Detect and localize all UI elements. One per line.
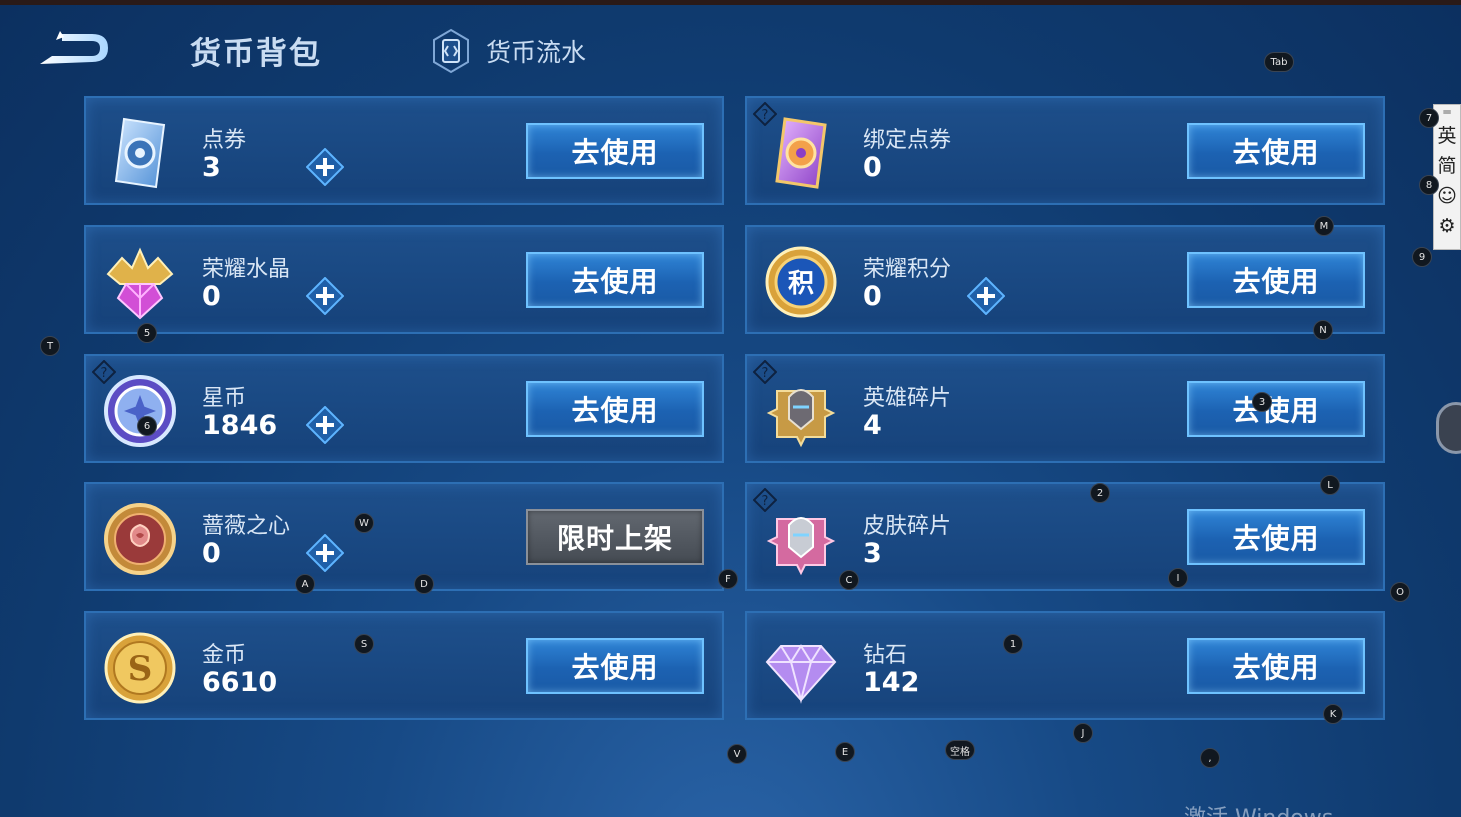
currency-card-gold-coin: S 金币 6610 去使用: [84, 611, 724, 720]
page-title: 货币背包: [190, 36, 322, 72]
currency-amount: 4: [863, 410, 882, 441]
windows-activation-watermark: 激活 Windows: [1184, 800, 1333, 817]
currency-amount: 1846: [202, 410, 278, 441]
key-hint: I: [1168, 568, 1188, 588]
currency-amount: 0: [863, 152, 882, 183]
key-hint: 3: [1252, 392, 1272, 412]
key-hint: ,: [1200, 748, 1220, 768]
add-glory-points-button[interactable]: [967, 277, 1005, 315]
key-hint: V: [727, 744, 747, 764]
use-button[interactable]: 去使用: [526, 252, 704, 308]
currency-name: 英雄碎片: [863, 386, 952, 411]
currency-name: 蔷薇之心: [202, 514, 291, 539]
use-button[interactable]: 去使用: [526, 638, 704, 694]
currency-card-star-coin: ? 星币 1846 去使用: [84, 354, 724, 463]
currency-card-glory-points: 积 荣耀积分 0 去使用: [745, 225, 1385, 334]
ime-language-toggle[interactable]: 英: [1433, 121, 1461, 151]
currency-name: 金币: [202, 643, 247, 668]
currency-amount: 142: [863, 667, 920, 698]
currency-flow-label: 货币流水: [486, 38, 587, 67]
add-rose-heart-button[interactable]: [306, 534, 344, 572]
currency-card-bound-coupon: ? 绑定点券 0 去使用: [745, 96, 1385, 205]
back-arrow-icon: [40, 31, 108, 64]
currency-name: 皮肤碎片: [863, 514, 952, 539]
currency-amount: 0: [202, 538, 221, 569]
currency-name: 荣耀积分: [863, 257, 952, 282]
key-hint: J: [1073, 723, 1093, 743]
settings-icon[interactable]: ⚙: [1433, 211, 1461, 241]
currency-name: 绑定点券: [863, 128, 952, 153]
bound-coupon-icon: [775, 117, 827, 189]
key-hint: 9: [1412, 247, 1432, 267]
key-hint: W: [354, 513, 374, 533]
add-glory-crystal-button[interactable]: [306, 277, 344, 315]
ime-toolbar: ═ 英 简 ☺ ⚙: [1433, 104, 1461, 250]
use-button[interactable]: 去使用: [1187, 252, 1365, 308]
currency-flow-tab[interactable]: 货币流水: [430, 28, 586, 74]
svg-text:S: S: [128, 649, 153, 689]
key-hint: 6: [137, 416, 157, 436]
back-button[interactable]: [34, 28, 112, 70]
key-hint: O: [1390, 582, 1410, 602]
currency-name: 荣耀水晶: [202, 257, 291, 282]
currency-card-diamond: 钻石 142 去使用: [745, 611, 1385, 720]
top-strip: [0, 0, 1461, 5]
use-button[interactable]: 去使用: [1187, 123, 1365, 179]
currency-card-rose-heart: 蔷薇之心 0 限时上架: [84, 482, 724, 591]
key-hint: 2: [1090, 483, 1110, 503]
currency-amount: 0: [202, 281, 221, 312]
key-hint: 1: [1003, 634, 1023, 654]
key-hint: N: [1313, 320, 1333, 340]
add-star-coin-button[interactable]: [306, 406, 344, 444]
key-hint: M: [1314, 216, 1334, 236]
svg-text:积: 积: [788, 269, 814, 299]
key-hint: C: [839, 570, 859, 590]
key-hint: 5: [137, 323, 157, 343]
skin-fragment-icon: [766, 517, 836, 576]
ime-script-toggle[interactable]: 简: [1433, 151, 1461, 181]
glory-points-icon: 积: [765, 246, 837, 318]
currency-card-hero-fragment: ? 英雄碎片 4 去使用: [745, 354, 1385, 463]
key-hint: A: [295, 574, 315, 594]
currency-amount: 3: [863, 538, 882, 569]
hero-fragment-icon: [766, 389, 836, 448]
key-hint: E: [835, 742, 855, 762]
use-button[interactable]: 去使用: [1187, 509, 1365, 565]
glory-crystal-icon: [106, 247, 174, 320]
currency-card-coupon: 点券 3 去使用: [84, 96, 724, 205]
currency-name: 钻石: [863, 643, 908, 668]
key-hint: S: [354, 634, 374, 654]
star-coin-icon: [104, 375, 176, 447]
key-hint: Tab: [1264, 52, 1294, 72]
side-panel-handle[interactable]: [1436, 402, 1461, 454]
diamond-icon: [765, 644, 837, 704]
key-hint: T: [40, 336, 60, 356]
use-button[interactable]: 去使用: [1187, 638, 1365, 694]
currency-amount: 3: [202, 152, 221, 183]
gold-coin-icon: S: [104, 632, 176, 704]
key-hint: K: [1323, 704, 1343, 724]
add-coupon-button[interactable]: [306, 148, 344, 186]
key-hint: 空格: [945, 740, 975, 760]
limited-time-button[interactable]: 限时上架: [526, 509, 704, 565]
coupon-icon: [114, 117, 166, 189]
key-hint: L: [1320, 475, 1340, 495]
rose-heart-icon: [104, 503, 176, 575]
use-button[interactable]: 去使用: [1187, 381, 1365, 437]
use-button[interactable]: 去使用: [526, 123, 704, 179]
currency-card-glory-crystal: 荣耀水晶 0 去使用: [84, 225, 724, 334]
use-button[interactable]: 去使用: [526, 381, 704, 437]
currency-amount: 6610: [202, 667, 278, 698]
key-hint: D: [414, 574, 434, 594]
key-hint: 7: [1419, 108, 1439, 128]
key-hint: F: [718, 569, 738, 589]
key-hint: 8: [1419, 175, 1439, 195]
currency-flow-icon: [433, 28, 469, 74]
currency-name: 点券: [202, 128, 247, 153]
currency-amount: 0: [863, 281, 882, 312]
currency-name: 星币: [202, 386, 247, 411]
